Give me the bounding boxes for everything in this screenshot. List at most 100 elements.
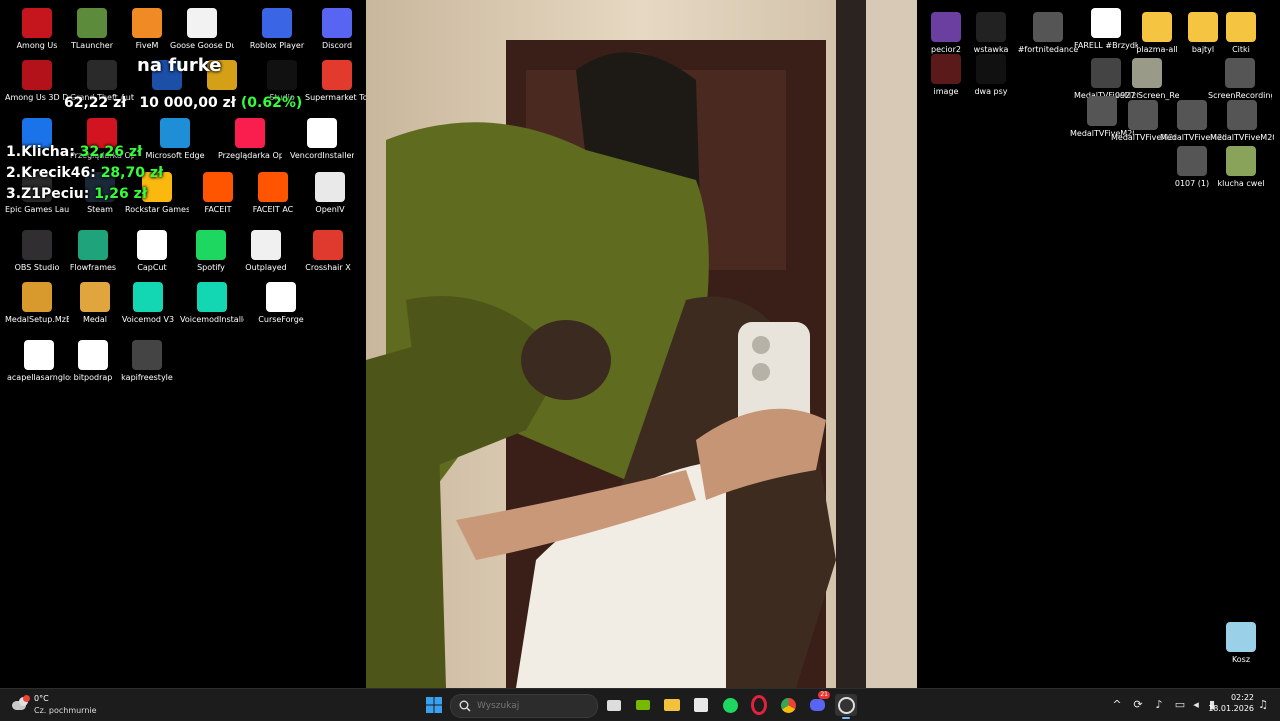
start-button[interactable] (423, 694, 445, 716)
desktop-shortcut[interactable]: Goose Goose Duck (170, 8, 234, 51)
screen-recording-2-icon (1225, 58, 1255, 88)
taskbar-task-view[interactable] (603, 694, 625, 716)
taskbar-nvidia[interactable] (632, 694, 654, 716)
medal-setup-icon (22, 282, 52, 312)
spotify-icon (196, 230, 226, 260)
clock[interactable]: 02:22 18.01.2026 (1206, 693, 1254, 713)
desktop-shortcut-label: VoicemodInstaller_... (180, 315, 244, 324)
donation-goal-progress: 62,22 zł 10 000,00 zł (0.62%) (64, 95, 302, 111)
desktop-shortcut-label: MedalTVFiveM202... (1210, 133, 1274, 142)
desktop-shortcut[interactable]: CapCut (120, 230, 184, 273)
donation-leaderboard: 1.Klicha: 32,26 zł 2.Krecik46: 28,70 zł … (6, 142, 163, 205)
volume-icon[interactable]: ◂ (1189, 698, 1203, 712)
fortnitedance-icon (1033, 12, 1063, 42)
desktop-shortcut[interactable]: Przeglądarka Opera GX (218, 118, 282, 161)
bitpodrap-icon (78, 340, 108, 370)
taskbar-discord[interactable]: 21 (806, 691, 830, 716)
taskbar-search[interactable] (450, 694, 598, 718)
desktop-shortcut[interactable]: dwa psy (959, 54, 1023, 97)
store-icon (694, 698, 708, 712)
desktop-shortcut[interactable]: Supermarket Together (305, 60, 369, 103)
desktop-shortcut[interactable]: VoicemodInstaller_... (180, 282, 244, 325)
chevron-up-icon[interactable]: ^ (1110, 698, 1124, 712)
fivem-icon (132, 8, 162, 38)
network-icon[interactable]: ▭ (1173, 698, 1187, 712)
desktop-shortcut[interactable]: #fortnitedance (1016, 12, 1080, 55)
voicemod-v3-icon (133, 282, 163, 312)
desktop-shortcut[interactable]: klucha cwel (1209, 146, 1273, 189)
taskbar-opera-gx[interactable] (748, 694, 770, 716)
desktop-shortcut[interactable]: Kosz (1209, 622, 1273, 665)
desktop-shortcut[interactable]: Crosshair X (296, 230, 360, 273)
leaderboard-row: 1.Klicha: 32,26 zł (6, 144, 143, 160)
dwa-psy-icon (976, 54, 1006, 84)
desktop-shortcut[interactable]: Voicemod V3 (116, 282, 180, 325)
desktop-shortcut[interactable]: OpenIV (298, 172, 362, 215)
photo-viewer[interactable] (366, 0, 917, 688)
desktop-shortcut[interactable]: FACEIT AC (241, 172, 305, 215)
medaltv-fivem-3-icon (1128, 100, 1158, 130)
desktop-shortcut[interactable]: OBS Studio (5, 230, 69, 273)
faceit-ac-icon (258, 172, 288, 202)
desktop-shortcut[interactable]: Citki (1209, 12, 1273, 55)
flowframes-icon (78, 230, 108, 260)
desktop-shortcut[interactable]: Among Us 3D Demo (5, 60, 69, 103)
desktop-shortcut[interactable]: Flowframes (61, 230, 125, 273)
clock-time: 02:22 (1230, 693, 1254, 702)
taskbar-active-app[interactable] (835, 694, 857, 719)
desktop-shortcut[interactable]: VencordInstaller (290, 118, 354, 161)
screen-recording-1-icon (1132, 58, 1162, 88)
desktop-shortcut[interactable]: Roblox Player (245, 8, 309, 51)
desktop-shortcut[interactable]: MedalSetup.MzE4... (5, 282, 69, 325)
desktop-shortcut-label: klucha cwel (1217, 179, 1265, 188)
taskbar-chrome[interactable] (777, 694, 799, 716)
desktop-shortcut-label: #fortnitedance (1017, 45, 1079, 54)
desktop-shortcut-label: Roblox Player (249, 41, 305, 50)
roblox-player-icon (262, 8, 292, 38)
taskbar-file-explorer[interactable] (661, 694, 683, 716)
recycle-bin-icon (1226, 622, 1256, 652)
search-icon (459, 700, 471, 712)
medaltv-fivem-5-icon (1227, 100, 1257, 130)
desktop-shortcut[interactable]: 0927 Screen_Recording... (1115, 58, 1179, 101)
chrome-icon (780, 697, 796, 713)
desktop-shortcut-label: Outplayed (245, 263, 287, 272)
weather-icon (12, 695, 30, 713)
taskbar-spotify[interactable] (719, 694, 741, 716)
kapifreestyle-icon (132, 340, 162, 370)
desktop-shortcut-label: kapifreestyle (121, 373, 173, 382)
weather-temp: 0°C (34, 694, 49, 703)
task-view-icon (607, 699, 621, 711)
gta-v-icon (87, 60, 117, 90)
weather-widget[interactable]: 0°C Cz. pochmurnie (10, 692, 120, 718)
folder-icon (664, 699, 680, 711)
image-icon (931, 54, 961, 84)
donation-percent: (0.62%) (240, 95, 303, 111)
taskbar-store[interactable] (690, 694, 712, 716)
desktop-shortcut[interactable]: wstawka (959, 12, 1023, 55)
discord-icon (322, 8, 352, 38)
desktop-shortcut[interactable]: ScreenRecording_... (1208, 58, 1272, 101)
desktop-shortcut[interactable]: Discord (305, 8, 369, 51)
spotify-icon (722, 697, 738, 713)
desktop-shortcut-label: Przeglądarka Opera GX (218, 151, 282, 160)
donation-goal-title: na furke (137, 55, 222, 76)
clip-0107-icon (1177, 146, 1207, 176)
wstawka-icon (976, 12, 1006, 42)
microphone-icon[interactable]: ♪ (1152, 698, 1166, 712)
desktop-shortcut[interactable]: CurseForge (249, 282, 313, 325)
sync-icon[interactable]: ⟳ (1131, 698, 1145, 712)
notification-bell-icon[interactable]: ♫ (1256, 698, 1270, 712)
desktop-shortcut[interactable]: Outplayed (234, 230, 298, 273)
desktop-shortcut[interactable]: kapifreestyle (115, 340, 179, 383)
nvidia-icon (636, 700, 650, 710)
search-input[interactable] (475, 698, 589, 714)
desktop[interactable]: Among UsTLauncherFiveMGoose Goose DuckRo… (0, 0, 1280, 688)
leaderboard-row: 2.Krecik46: 28,70 zł (6, 165, 164, 181)
desktop-shortcut[interactable]: MedalTVFiveM202... (1210, 100, 1274, 143)
acapellasarnglos-icon (24, 340, 54, 370)
outplayed-icon (251, 230, 281, 260)
voicemod-installer-icon (197, 282, 227, 312)
desktop-shortcut-label: CurseForge (258, 315, 304, 324)
plazma-all-icon (1142, 12, 1172, 42)
